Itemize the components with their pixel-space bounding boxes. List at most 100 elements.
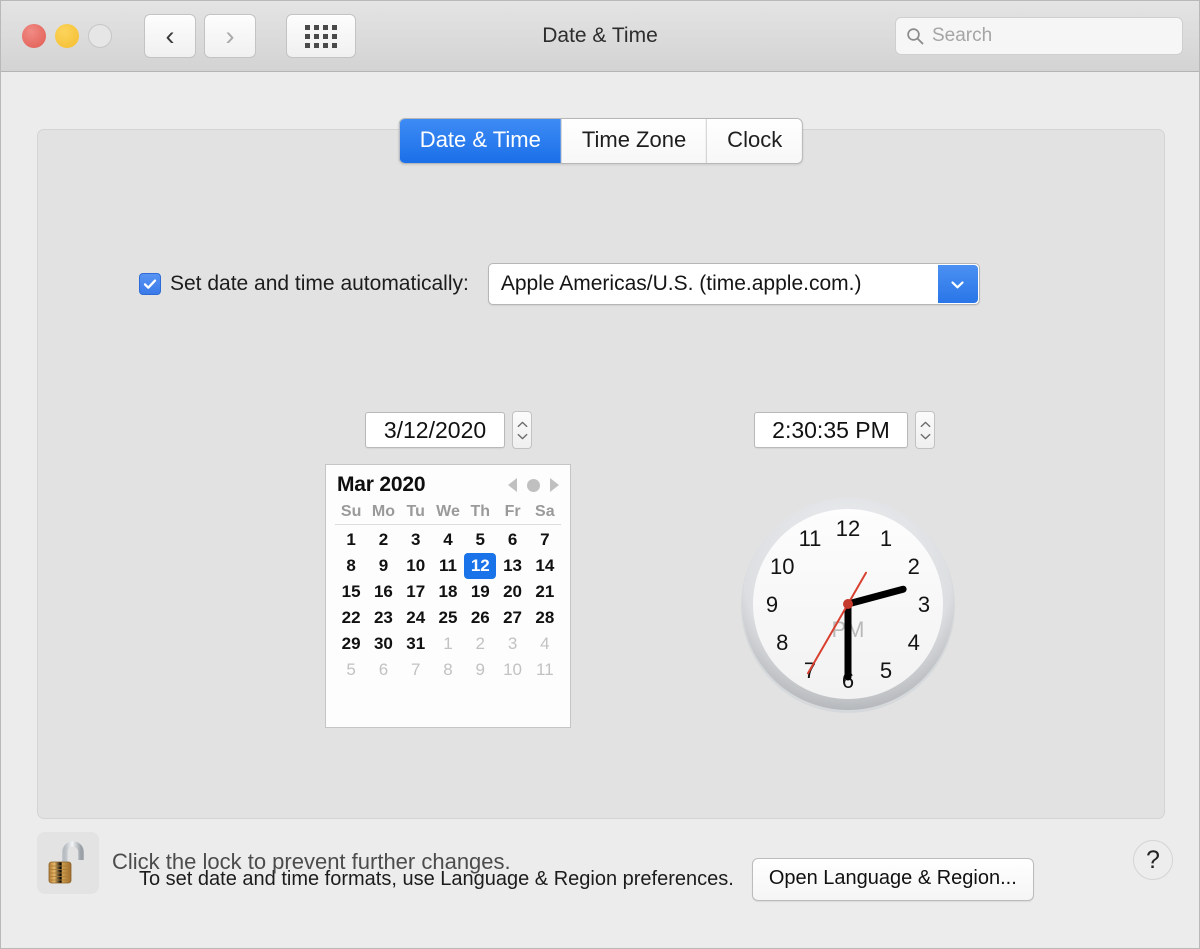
set-automatically-row: Set date and time automatically: Apple A… xyxy=(139,263,980,305)
calendar-day[interactable]: 2 xyxy=(367,527,399,553)
clock-hour-number: 5 xyxy=(880,658,892,683)
tab-time-zone[interactable]: Time Zone xyxy=(561,119,708,163)
calendar-day[interactable]: 21 xyxy=(529,579,561,605)
calendar-day[interactable]: 27 xyxy=(496,605,528,631)
calendar-day: 1 xyxy=(443,634,453,653)
chevron-right-icon: › xyxy=(225,20,235,51)
time-stepper[interactable] xyxy=(915,411,935,449)
show-all-button[interactable] xyxy=(286,14,356,58)
calendar-day[interactable]: 9 xyxy=(367,553,399,579)
set-automatically-label: Set date and time automatically: xyxy=(170,272,469,295)
calendar-day[interactable]: 1 xyxy=(335,527,367,553)
forward-button[interactable]: › xyxy=(204,14,256,58)
calendar-day[interactable]: 29 xyxy=(335,631,367,657)
search-field[interactable] xyxy=(895,17,1183,55)
calendar-day[interactable]: 28 xyxy=(529,605,561,631)
calendar-week-row: 1234567 xyxy=(335,527,561,553)
calendar-day[interactable]: 18 xyxy=(432,579,464,605)
calendar-day[interactable]: 4 xyxy=(432,527,464,553)
calendar-day[interactable]: 20 xyxy=(496,579,528,605)
stepper-up-icon xyxy=(517,421,527,427)
calendar-day[interactable]: 26 xyxy=(464,605,496,631)
calendar-day[interactable]: 3 xyxy=(400,527,432,553)
calendar-day[interactable]: 13 xyxy=(496,553,528,579)
analog-clock: 121234567891011 PM xyxy=(735,491,961,717)
date-field-group: 3/12/2020 xyxy=(365,411,532,449)
calendar-day: 9 xyxy=(475,660,486,679)
calendar-day[interactable]: 7 xyxy=(529,527,561,553)
calendar-day: 6 xyxy=(378,660,389,679)
time-server-combobox[interactable]: Apple Americas/U.S. (time.apple.com.) xyxy=(487,263,980,305)
window-titlebar: ‹ › Date & Time xyxy=(1,1,1199,72)
clock-hour-number: 3 xyxy=(918,592,930,617)
weekday-label: We xyxy=(436,503,460,520)
weekday-label: Fr xyxy=(504,503,521,520)
calendar-grid: 1 2 3 4 5 6 7 8 9 10 11 12 13 14 15 16 17 18 19 20 21 22 23 24 2… xyxy=(335,527,561,683)
calendar-day[interactable]: 16 xyxy=(367,579,399,605)
clock-hour-number: 8 xyxy=(776,630,788,655)
minimize-window-button[interactable] xyxy=(55,24,79,48)
calendar-day[interactable]: 19 xyxy=(464,579,496,605)
calendar-day[interactable]: 30 xyxy=(367,631,399,657)
weekday-label: Su xyxy=(340,503,362,520)
triangle-left-icon[interactable] xyxy=(508,478,517,492)
calendar-day[interactable]: 8 xyxy=(335,553,367,579)
time-field-group: 2:30:35 PM xyxy=(754,411,935,449)
calendar-day[interactable]: 22 xyxy=(335,605,367,631)
calendar-day[interactable]: 17 xyxy=(400,579,432,605)
calendar-day[interactable]: 6 xyxy=(496,527,528,553)
calendar-day[interactable]: 31 xyxy=(400,631,432,657)
date-time-panel: Date & Time Time Zone Clock Set date and… xyxy=(37,118,1165,901)
tab-clock[interactable]: Clock xyxy=(707,119,803,163)
calendar-weekday-header: Su Mo Tu We Th Fr Sa xyxy=(335,503,561,525)
date-picker-calendar[interactable]: Mar 2020 Su Mo Tu We Th Fr Sa 1234 5 6 7… xyxy=(325,464,571,728)
search-input[interactable] xyxy=(932,25,1172,47)
calendar-week-row: 15 16 17 18 19 20 21 xyxy=(335,579,561,605)
calendar-day[interactable]: 24 xyxy=(400,605,432,631)
set-automatically-checkbox[interactable] xyxy=(139,273,161,295)
circle-dot-icon[interactable] xyxy=(527,478,540,492)
calendar-week-row: 5 6 7 8 9 10 11 xyxy=(335,657,561,683)
date-stepper[interactable] xyxy=(512,411,532,449)
calendar-day[interactable]: 14 xyxy=(529,553,561,579)
calendar-day: 8 xyxy=(443,660,453,679)
chevron-left-icon: ‹ xyxy=(165,20,175,51)
calendar-day: 2 xyxy=(475,634,486,653)
clock-hour-number: 2 xyxy=(908,554,920,579)
calendar-day[interactable]: 15 xyxy=(335,579,367,605)
calendar-day[interactable]: 25 xyxy=(432,605,464,631)
clock-hour-number: 4 xyxy=(908,630,920,655)
triangle-right-icon[interactable] xyxy=(550,478,559,492)
calendar-nav xyxy=(508,478,559,492)
calendar-day: 4 xyxy=(540,634,550,653)
time-server-dropdown-button[interactable] xyxy=(937,265,978,303)
analog-clock-face: 121234567891011 PM xyxy=(741,498,955,713)
stepper-down-icon xyxy=(920,433,930,439)
help-button[interactable]: ? xyxy=(1133,840,1173,880)
search-icon xyxy=(907,28,924,45)
close-window-button[interactable] xyxy=(22,24,46,48)
calendar-week-row: 29 30 31 1 2 3 4 xyxy=(335,631,561,657)
calendar-day: 7 xyxy=(410,660,421,679)
zoom-window-button[interactable] xyxy=(88,24,112,48)
time-input[interactable]: 2:30:35 PM xyxy=(754,412,908,448)
weekday-label: Mo xyxy=(371,503,395,520)
preferences-content: Date & Time Time Zone Clock Set date and… xyxy=(1,72,1199,948)
calendar-day: 3 xyxy=(507,634,518,653)
unlocked-padlock-icon xyxy=(48,841,84,884)
calendar-day[interactable]: 10 xyxy=(400,553,432,579)
calendar-day[interactable]: 11 xyxy=(432,553,464,579)
weekday-label: Tu xyxy=(406,503,425,520)
lock-button[interactable] xyxy=(37,832,99,894)
calendar-day[interactable]: 5 xyxy=(464,527,496,553)
tab-bar: Date & Time Time Zone Clock xyxy=(398,118,804,164)
calendar-week-row: 8 9 10 11 12 13 14 xyxy=(335,553,561,579)
calendar-day-selected[interactable]: 12 xyxy=(464,553,497,579)
calendar-day[interactable]: 23 xyxy=(367,605,399,631)
weekday-label: Th xyxy=(470,503,491,520)
clock-hour-number: 9 xyxy=(766,592,778,617)
back-button[interactable]: ‹ xyxy=(144,14,196,58)
date-input[interactable]: 3/12/2020 xyxy=(365,412,505,448)
toolbar-nav-group: ‹ › xyxy=(144,14,356,58)
tab-date-and-time[interactable]: Date & Time xyxy=(399,119,562,163)
